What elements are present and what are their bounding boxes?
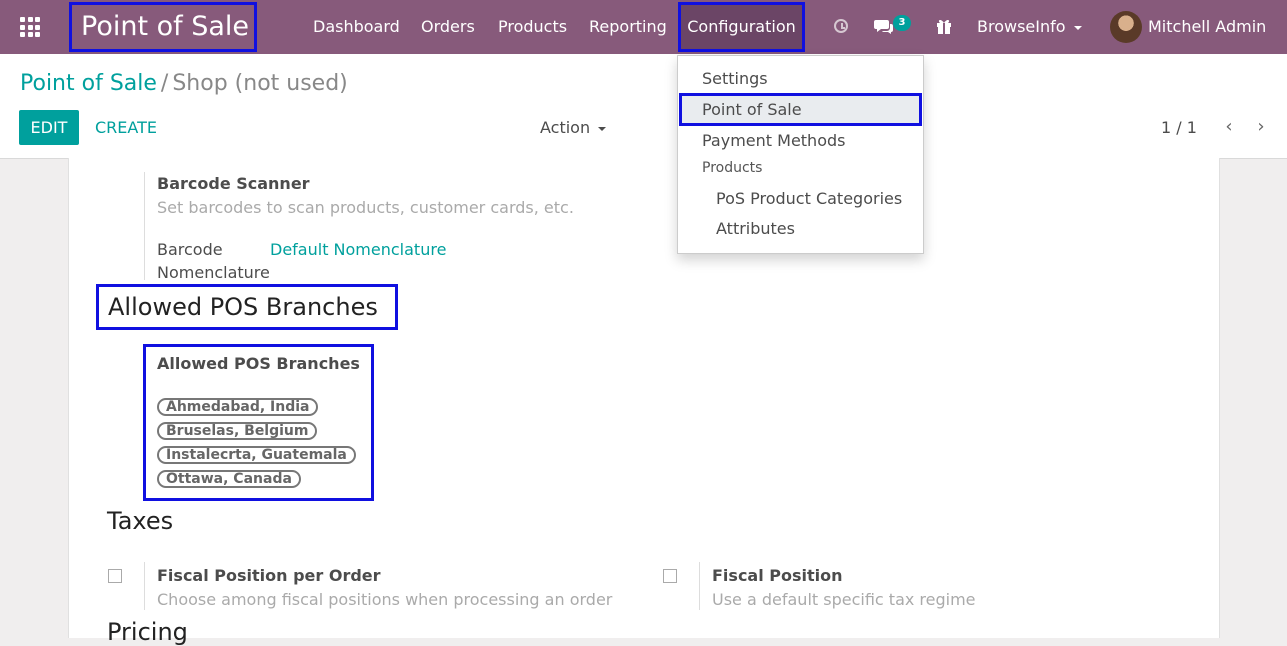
menu-configuration[interactable]: Configuration <box>678 2 805 52</box>
dropdown-item-attributes[interactable]: Attributes <box>716 219 795 238</box>
pricing-heading: Pricing <box>107 618 188 646</box>
caret-down-icon <box>1073 25 1082 30</box>
control-panel: Point of Sale / Shop (not used) EDIT CREAT… <box>0 54 1287 159</box>
pager-previous-icon[interactable]: ‹ <box>1220 118 1238 136</box>
branch-tag[interactable]: Ahmedabad, India <box>157 398 319 416</box>
gift-icon[interactable] <box>935 17 953 35</box>
form-sheet: Barcode Scanner Set barcodes to scan pro… <box>68 158 1220 646</box>
chat-icon[interactable] <box>874 18 894 36</box>
menu-products[interactable]: Products <box>498 0 567 54</box>
barcode-label: Barcode <box>157 240 223 259</box>
fiscal-position-title: Fiscal Position <box>712 566 843 585</box>
dropdown-item-payment-methods[interactable]: Payment Methods <box>702 131 845 150</box>
fiscal-per-order-checkbox[interactable] <box>108 569 122 583</box>
edit-button[interactable]: EDIT <box>19 110 79 145</box>
fiscal-position-desc: Use a default specific tax regime <box>712 590 976 609</box>
app-brand[interactable]: Point of Sale <box>69 2 257 52</box>
chat-count-badge: 3 <box>893 15 911 31</box>
company-switcher[interactable]: BrowseInfo <box>977 0 1082 54</box>
action-label: Action <box>540 118 591 137</box>
barcode-nomenclature-link[interactable]: Default Nomenclature <box>270 240 446 259</box>
user-avatar[interactable] <box>1110 11 1142 43</box>
menu-dashboard[interactable]: Dashboard <box>313 0 400 54</box>
breadcrumb-link[interactable]: Point of Sale <box>20 71 157 96</box>
taxes-heading: Taxes <box>107 507 174 535</box>
user-name[interactable]: Mitchell Admin <box>1148 0 1266 54</box>
barcode-scanner-desc: Set barcodes to scan products, customer … <box>157 198 574 217</box>
allowed-branches-heading: Allowed POS Branches <box>108 293 378 321</box>
configuration-dropdown: Settings Point of Sale Payment Methods P… <box>677 55 924 254</box>
menu-reporting[interactable]: Reporting <box>589 0 667 54</box>
breadcrumb-current: Shop (not used) <box>172 71 348 96</box>
action-dropdown[interactable]: Action <box>540 110 607 145</box>
branch-tag[interactable]: Ottawa, Canada <box>157 470 301 488</box>
breadcrumb-separator: / <box>160 71 169 96</box>
allowed-branches-title: Allowed POS Branches <box>157 354 360 373</box>
breadcrumb: Point of Sale / Shop (not used) <box>20 71 348 96</box>
barcode-scanner-title: Barcode Scanner <box>157 174 310 193</box>
branch-tag[interactable]: Instalecrta, Guatemala <box>157 446 356 464</box>
company-name: BrowseInfo <box>977 17 1066 36</box>
nomenclature-label: Nomenclature <box>157 263 270 282</box>
activity-clock-icon[interactable] <box>834 19 848 33</box>
caret-down-icon <box>598 126 607 131</box>
fiscal-per-order-title: Fiscal Position per Order <box>157 566 381 585</box>
branch-tag[interactable]: Bruselas, Belgium <box>157 422 318 440</box>
pager-value[interactable]: 1 / 1 <box>1161 110 1197 145</box>
setting-divider <box>144 562 145 610</box>
dropdown-item-pos-product-categories[interactable]: PoS Product Categories <box>716 189 902 208</box>
apps-menu-icon[interactable] <box>20 17 40 37</box>
dropdown-header-products: Products <box>702 160 763 176</box>
create-button[interactable]: CREATE <box>95 110 157 145</box>
menu-orders[interactable]: Orders <box>421 0 475 54</box>
dropdown-item-point-of-sale[interactable]: Point of Sale <box>702 100 802 119</box>
pager-next-icon[interactable]: › <box>1252 118 1270 136</box>
fiscal-per-order-desc: Choose among fiscal positions when proce… <box>157 590 613 609</box>
dropdown-item-settings[interactable]: Settings <box>702 69 768 88</box>
top-navbar: Point of Sale Dashboard Orders Products … <box>0 0 1287 54</box>
fiscal-position-checkbox[interactable] <box>663 569 677 583</box>
setting-divider <box>699 562 700 610</box>
setting-divider <box>144 172 145 280</box>
